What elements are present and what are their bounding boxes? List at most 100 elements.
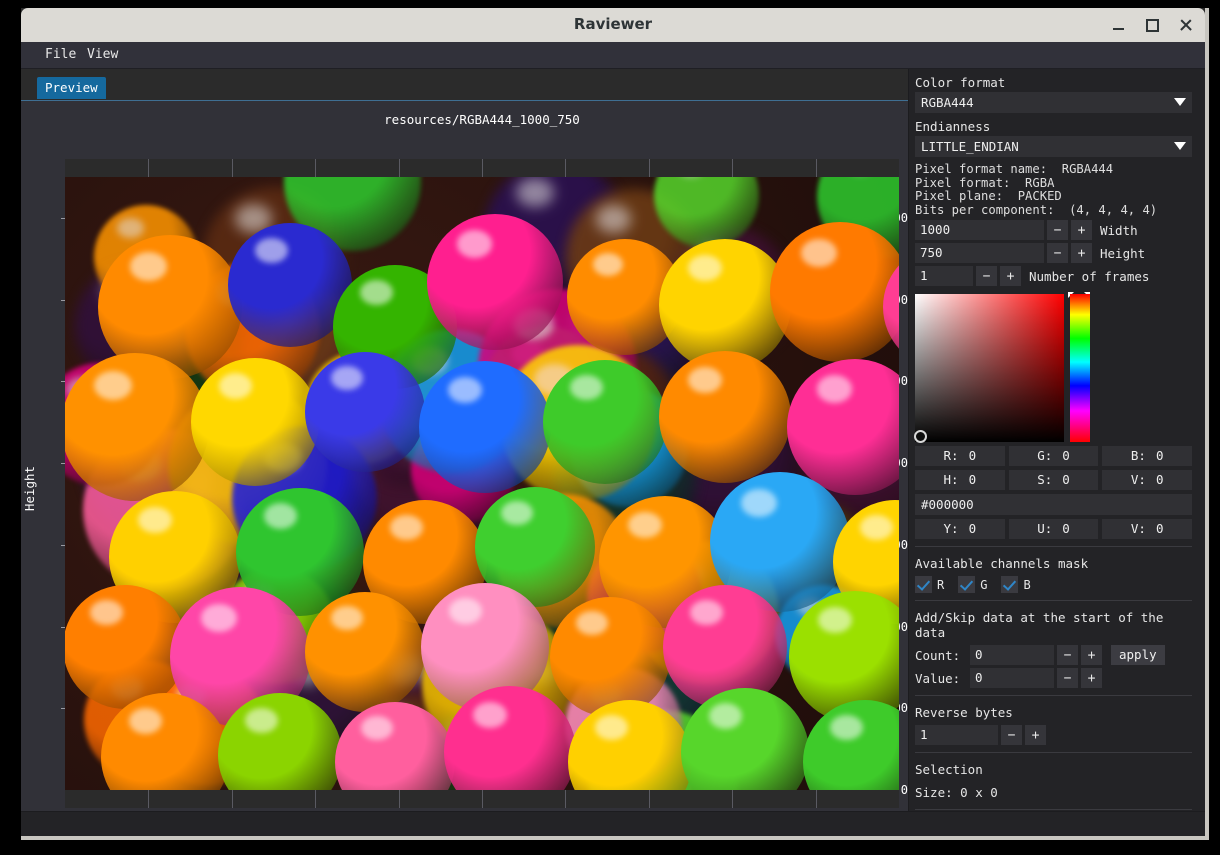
value-value-field[interactable]: V: 0 — [1102, 470, 1192, 490]
chevron-down-icon — [1174, 142, 1186, 150]
height-label: Height — [1100, 246, 1145, 261]
tab-preview[interactable]: Preview — [37, 77, 106, 99]
window-controls — [1105, 8, 1199, 42]
axis-tick-separator — [565, 159, 566, 177]
saturation-label: S: — [1037, 470, 1052, 490]
tab-bar: Preview — [21, 77, 908, 101]
reverse-bytes-label: Reverse bytes — [909, 701, 1198, 722]
red-value: 0 — [969, 446, 977, 466]
height-spinner-row: 750 − + Height — [915, 243, 1192, 263]
frames-decrement-button[interactable]: − — [976, 266, 997, 286]
count-input[interactable]: 0 — [970, 645, 1054, 665]
value-input[interactable]: 0 — [970, 668, 1054, 688]
endianness-value: LITTLE_ENDIAN — [921, 136, 1019, 157]
checkbox-channel-r[interactable] — [915, 576, 932, 593]
axis-tick-separator — [315, 159, 316, 177]
menu-item-file[interactable]: File — [37, 42, 84, 68]
checkbox-channel-b[interactable] — [1001, 576, 1018, 593]
addskip-label: Add/Skip data at the start of the data — [909, 606, 1198, 642]
width-spinner-row: 1000 − + Width — [915, 220, 1192, 240]
frames-label: Number of frames — [1029, 269, 1149, 284]
saturation-value: 0 — [1062, 470, 1070, 490]
ball-pit-image — [65, 177, 899, 790]
menu-item-view[interactable]: View — [79, 42, 126, 68]
close-icon — [1180, 19, 1192, 31]
height-input[interactable]: 750 — [915, 243, 1044, 263]
image-canvas[interactable] — [65, 177, 899, 790]
hue-value-field[interactable]: H: 0 — [915, 470, 1005, 490]
sidebar-scrollbar[interactable] — [1198, 69, 1206, 836]
yuv-values-row: Y: 0 U: 0 V: 0 — [915, 519, 1192, 539]
settings-inner: Color format RGBA444 Endianness LITTLE_E… — [909, 69, 1198, 836]
color-format-select[interactable]: RGBA444 — [915, 92, 1192, 113]
hsv-values-row: H: 0 S: 0 V: 0 — [915, 470, 1192, 490]
color-picker-cursor[interactable] — [914, 430, 927, 443]
width-increment-button[interactable]: + — [1071, 220, 1092, 240]
title-bar: Raviewer — [21, 8, 1205, 43]
count-increment-button[interactable]: + — [1081, 645, 1102, 665]
divider — [915, 752, 1192, 753]
close-button[interactable] — [1173, 12, 1199, 38]
selection-size: Size: 0 x 0 — [909, 779, 1198, 802]
reverse-bytes-input[interactable]: 1 — [915, 725, 998, 745]
ball — [659, 351, 791, 483]
frames-spinner-row: 1 − + Number of frames — [915, 266, 1192, 286]
endianness-select[interactable]: LITTLE_ENDIAN — [915, 136, 1192, 157]
v-value-field[interactable]: V: 0 — [1102, 519, 1192, 539]
red-value-field[interactable]: R: 0 — [915, 446, 1005, 466]
ball — [803, 700, 899, 790]
image-plot[interactable]: resources/RGBA444_1000_750 0100200300400… — [21, 101, 908, 836]
y-label: Y: — [944, 519, 959, 539]
axis-tick-separator — [482, 790, 483, 808]
hue-value: 0 — [969, 470, 977, 490]
green-label: G: — [1037, 446, 1052, 466]
y-value: 0 — [969, 519, 977, 539]
width-decrement-button[interactable]: − — [1047, 220, 1068, 240]
pixel-plane-info: Pixel plane: PACKED — [909, 190, 1198, 204]
divider — [915, 546, 1192, 547]
width-input[interactable]: 1000 — [915, 220, 1044, 240]
ball — [543, 360, 667, 484]
u-value-field[interactable]: U: 0 — [1009, 519, 1099, 539]
axis-tick-separator — [399, 790, 400, 808]
value-increment-button[interactable]: + — [1081, 668, 1102, 688]
v-value: 0 — [1156, 519, 1164, 539]
axis-tick-separator — [649, 159, 650, 177]
axis-tick-separator — [399, 159, 400, 177]
frames-input[interactable]: 1 — [915, 266, 973, 286]
frames-increment-button[interactable]: + — [1000, 266, 1021, 286]
status-bar — [21, 811, 1205, 836]
value-decrement-button[interactable]: − — [1057, 668, 1078, 688]
ball — [65, 353, 209, 501]
saturation-value-field[interactable]: S: 0 — [1009, 470, 1099, 490]
hex-color-field[interactable]: #000000 — [915, 494, 1192, 515]
height-decrement-button[interactable]: − — [1047, 243, 1068, 263]
green-value-field[interactable]: G: 0 — [1009, 446, 1099, 466]
y-value-field[interactable]: Y: 0 — [915, 519, 1005, 539]
red-label: R: — [944, 446, 959, 466]
count-decrement-button[interactable]: − — [1057, 645, 1078, 665]
reverse-bytes-increment-button[interactable]: + — [1025, 725, 1046, 745]
saturation-value-square[interactable] — [915, 294, 1064, 442]
channels-mask-row: R G B — [915, 576, 1192, 593]
axis-tick-separator — [148, 159, 149, 177]
reverse-bytes-decrement-button[interactable]: − — [1001, 725, 1022, 745]
color-picker — [915, 294, 1192, 442]
ball — [419, 361, 551, 493]
main-content: Preview resources/RGBA444_1000_750 01002… — [21, 69, 1205, 836]
blue-value-field[interactable]: B: 0 — [1102, 446, 1192, 466]
blue-label: B: — [1131, 446, 1146, 466]
ball — [305, 592, 425, 712]
hue-slider[interactable] — [1070, 294, 1090, 442]
checkbox-channel-g[interactable] — [958, 576, 975, 593]
height-increment-button[interactable]: + — [1071, 243, 1092, 263]
minimize-button[interactable] — [1105, 12, 1131, 38]
axis-tick-separator — [482, 159, 483, 177]
ball — [770, 222, 899, 362]
hue-label: H: — [944, 470, 959, 490]
axis-tick-separator — [232, 790, 233, 808]
maximize-button[interactable] — [1139, 12, 1165, 38]
plot-axes[interactable] — [65, 159, 899, 808]
u-value: 0 — [1062, 519, 1070, 539]
apply-button[interactable]: apply — [1111, 645, 1165, 665]
